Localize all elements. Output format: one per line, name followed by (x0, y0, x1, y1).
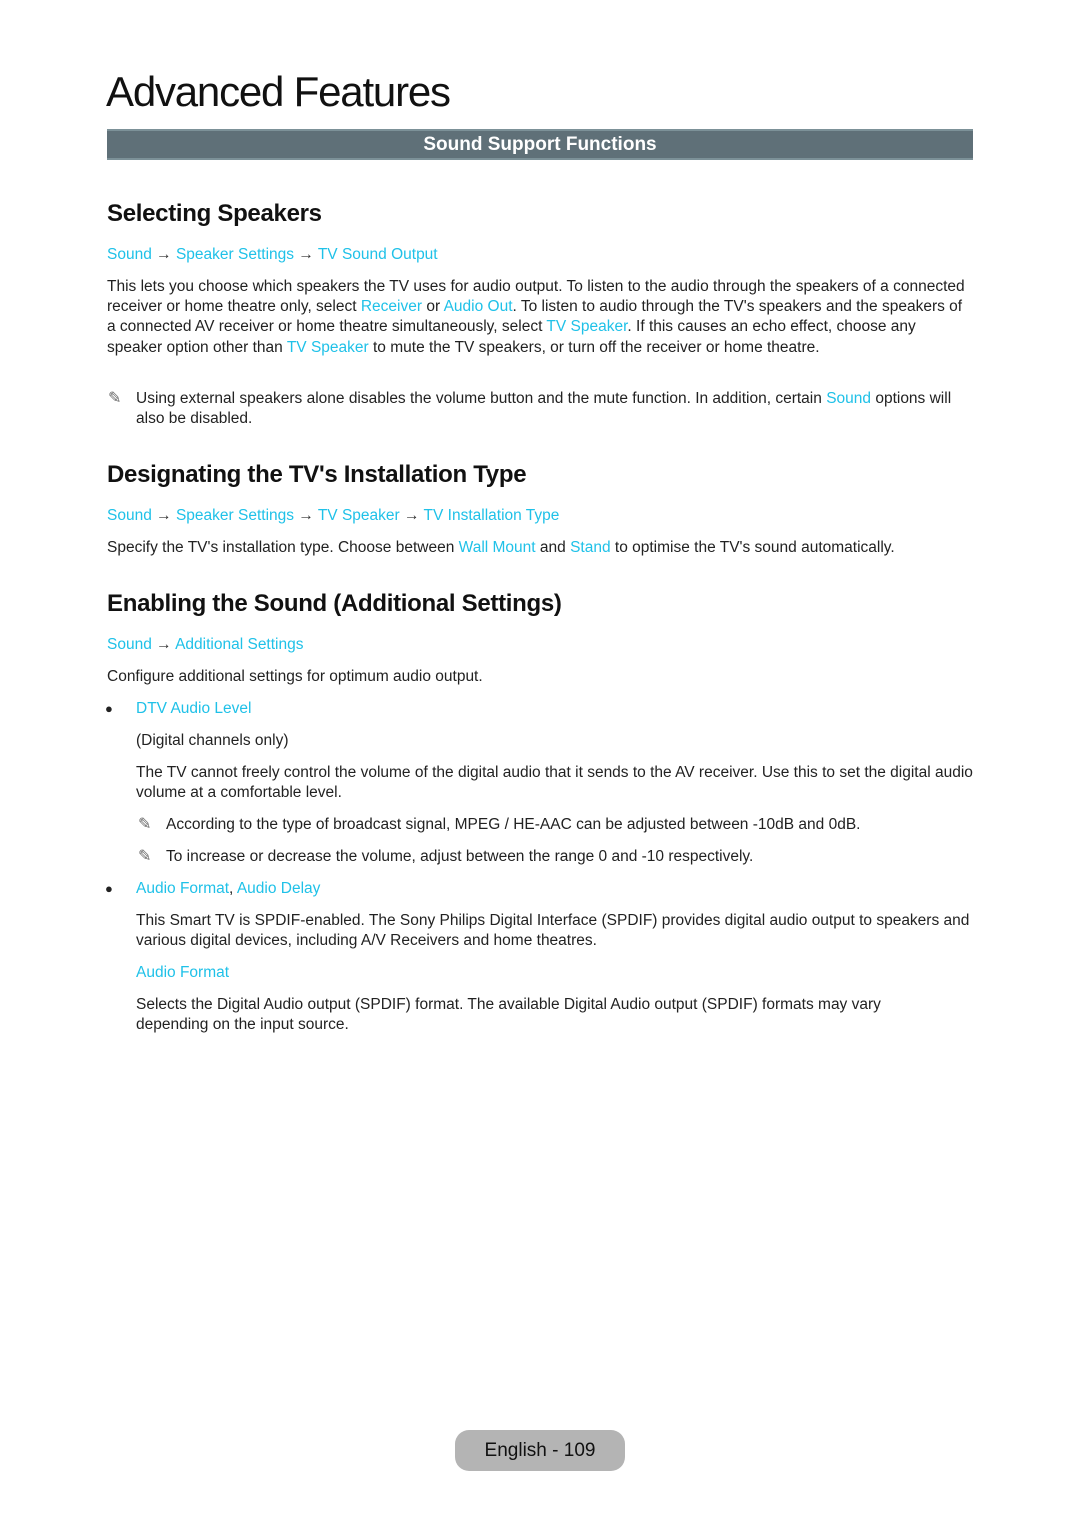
paragraph: Specify the TV's installation type. Choo… (107, 538, 973, 558)
text: , (229, 880, 237, 897)
arrow-icon: → (156, 507, 172, 524)
page-title: Advanced Features (106, 68, 451, 115)
arrow-icon: → (298, 246, 314, 263)
text: to optimise the TV's sound automatically… (610, 539, 895, 556)
path-link[interactable]: TV Speaker (318, 507, 400, 524)
option-link[interactable]: Audio Out (444, 298, 513, 315)
heading-selecting-speakers: Selecting Speakers (107, 200, 322, 227)
paragraph: Configure additional settings for optimu… (107, 668, 483, 685)
page-number-pill: English - 109 (455, 1430, 625, 1471)
option-link[interactable]: Receiver (361, 298, 422, 315)
paragraph: This lets you choose which speakers the … (107, 277, 973, 358)
pencil-note-icon: ✎ (138, 816, 152, 833)
path-link[interactable]: Sound (107, 636, 152, 653)
text: According to the type of broadcast signa… (166, 816, 861, 833)
text: Specify the TV's installation type. Choo… (107, 539, 459, 556)
pencil-note-icon: ✎ (138, 848, 152, 865)
note: ✎ Using external speakers alone disables … (108, 389, 966, 429)
text: Using external speakers alone disables t… (136, 390, 827, 407)
option-link[interactable]: Audio Delay (237, 880, 321, 897)
option-link[interactable]: Audio Format (136, 880, 229, 897)
pencil-note-icon: ✎ (108, 390, 122, 407)
arrow-icon: → (404, 507, 420, 524)
path-link[interactable]: Sound (107, 246, 152, 263)
item-label: Audio Format, Audio Delay (136, 879, 320, 899)
text: To increase or decrease the volume, adju… (166, 848, 754, 865)
path-link[interactable]: Speaker Settings (176, 246, 294, 263)
section-banner: Sound Support Functions (107, 129, 973, 160)
option-link[interactable]: TV Speaker (546, 318, 627, 335)
note: ✎ To increase or decrease the volume, adj… (138, 847, 976, 867)
path-link[interactable]: Speaker Settings (176, 507, 294, 524)
item-subheading: Audio Format (136, 963, 229, 983)
item-desc: This Smart TV is SPDIF-enabled. The Sony… (136, 912, 970, 950)
path-link[interactable]: TV Installation Type (424, 507, 560, 524)
arrow-icon: → (156, 246, 172, 263)
heading-installation-type: Designating the TV's Installation Type (107, 461, 527, 488)
path-link[interactable]: TV Sound Output (318, 246, 438, 263)
option-link[interactable]: DTV Audio Level (136, 700, 251, 717)
item-label: DTV Audio Level (136, 699, 251, 719)
text: or (422, 298, 444, 316)
option-link[interactable]: TV Speaker (287, 339, 369, 356)
arrow-icon: → (156, 636, 172, 653)
path-link[interactable]: Sound (107, 507, 152, 524)
item-desc: The TV cannot freely control the volume … (136, 764, 973, 802)
text: and (535, 539, 571, 556)
menu-path: Sound → Additional Settings (107, 635, 303, 655)
arrow-icon: → (298, 507, 314, 524)
option-link[interactable]: Sound (826, 390, 871, 407)
heading-additional-settings: Enabling the Sound (Additional Settings) (107, 590, 562, 617)
note: ✎ According to the type of broadcast sign… (138, 815, 976, 835)
path-link[interactable]: Additional Settings (175, 636, 303, 653)
item-desc: Selects the Digital Audio output (SPDIF)… (136, 996, 881, 1034)
bullet-icon: ● (105, 701, 113, 716)
bullet-icon: ● (105, 881, 113, 896)
menu-path: Sound → Speaker Settings → TV Speaker → … (107, 506, 559, 526)
item-sub: (Digital channels only) (136, 732, 289, 749)
option-link[interactable]: Audio Format (136, 964, 229, 981)
menu-path: Sound → Speaker Settings → TV Sound Outp… (107, 245, 438, 265)
option-link[interactable]: Wall Mount (459, 539, 536, 556)
text: to mute the TV speakers, or turn off the… (368, 338, 820, 356)
option-link[interactable]: Stand (570, 539, 611, 556)
